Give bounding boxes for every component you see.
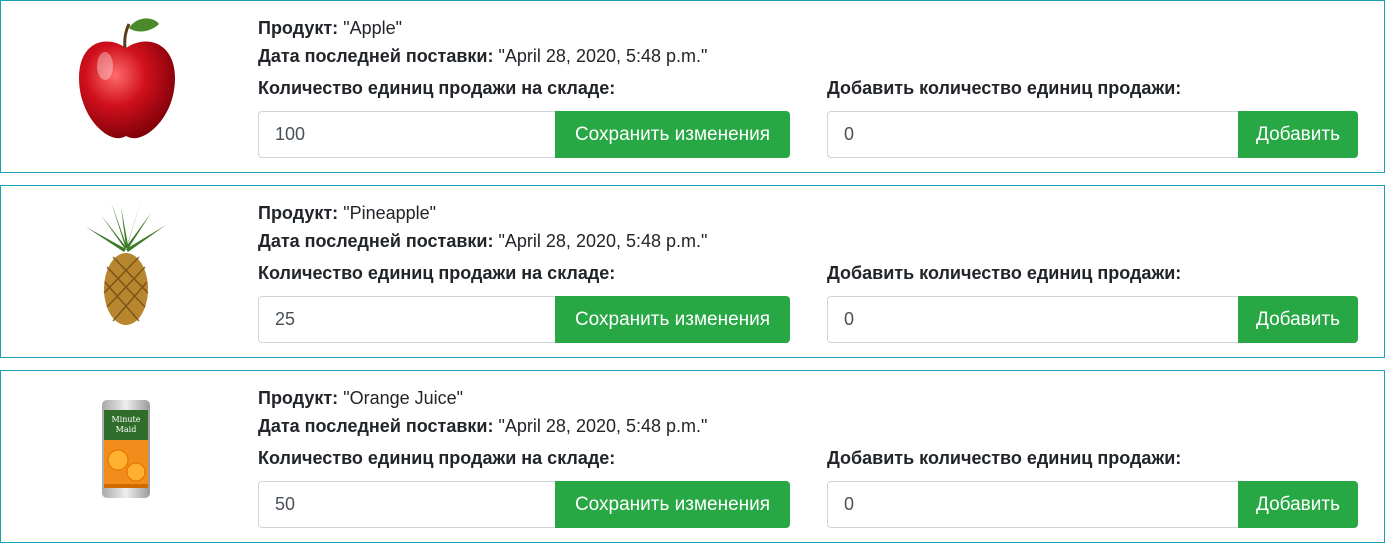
product-name: "Orange Juice" [343, 388, 464, 408]
save-changes-button[interactable]: Сохранить изменения [555, 481, 790, 528]
stock-label: Количество единиц продажи на складе: [258, 78, 616, 98]
delivery-label: Дата последней поставки: [258, 231, 494, 251]
save-changes-button[interactable]: Сохранить изменения [555, 111, 790, 158]
product-card-orange-juice: Minute Maid Продукт: "Orange Juice" Дата… [0, 370, 1385, 543]
stock-label: Количество единиц продажи на складе: [258, 263, 616, 283]
delivery-date: "April 28, 2020, 5:48 p.m." [498, 416, 708, 436]
product-card-pineapple: Продукт: "Pineapple" Дата последней пост… [0, 185, 1385, 358]
stock-quantity-input[interactable]: 100 [258, 111, 556, 158]
product-name: "Apple" [343, 18, 403, 38]
save-changes-button[interactable]: Сохранить изменения [555, 296, 790, 343]
stock-quantity-input[interactable]: 50 [258, 481, 556, 528]
product-name-line: Продукт: "Orange Juice" [258, 387, 463, 409]
delivery-date-line: Дата последней поставки: "April 28, 2020… [258, 45, 707, 67]
delivery-date-line: Дата последней поставки: "April 28, 2020… [258, 230, 707, 252]
add-button[interactable]: Добавить [1238, 111, 1358, 158]
delivery-date-line: Дата последней поставки: "April 28, 2020… [258, 415, 707, 437]
add-button[interactable]: Добавить [1238, 296, 1358, 343]
add-quantity-input[interactable]: 0 [827, 111, 1239, 158]
can-brand-line2: Maid [116, 425, 137, 434]
stock-quantity-input[interactable]: 25 [258, 296, 556, 343]
apple-image [61, 9, 191, 149]
delivery-date: "April 28, 2020, 5:48 p.m." [498, 231, 708, 251]
add-quantity-input[interactable]: 0 [827, 481, 1239, 528]
product-label: Продукт: [258, 388, 339, 408]
delivery-date: "April 28, 2020, 5:48 p.m." [498, 46, 708, 66]
add-button[interactable]: Добавить [1238, 481, 1358, 528]
orange-juice-can-image: Minute Maid [61, 379, 191, 519]
pineapple-image [61, 194, 191, 334]
add-label: Добавить количество единиц продажи: [827, 448, 1182, 468]
product-name-line: Продукт: "Apple" [258, 17, 402, 39]
add-label: Добавить количество единиц продажи: [827, 263, 1182, 283]
product-name-line: Продукт: "Pineapple" [258, 202, 436, 224]
delivery-label: Дата последней поставки: [258, 46, 494, 66]
product-name: "Pineapple" [343, 203, 437, 223]
add-quantity-input[interactable]: 0 [827, 296, 1239, 343]
product-label: Продукт: [258, 18, 339, 38]
stock-label: Количество единиц продажи на складе: [258, 448, 616, 468]
add-label: Добавить количество единиц продажи: [827, 78, 1182, 98]
product-card-apple: Продукт: "Apple" Дата последней поставки… [0, 0, 1385, 173]
delivery-label: Дата последней поставки: [258, 416, 494, 436]
can-brand-line1: Minute [111, 415, 140, 424]
product-label: Продукт: [258, 203, 339, 223]
